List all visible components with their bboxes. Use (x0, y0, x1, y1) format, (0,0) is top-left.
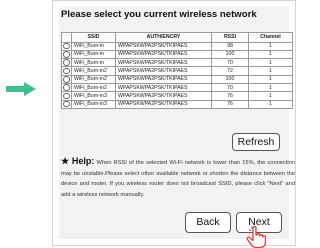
rssi-cell: 100 (211, 49, 249, 60)
ssid-cell: WiFi_Burn-in2 (71, 66, 116, 76)
network-radio[interactable] (63, 42, 70, 50)
channel-cell: 1 (248, 91, 293, 101)
ssid-cell: WiFi_Burn-in (71, 58, 116, 68)
ssid-cell: WiFi_Burn-in3 (71, 91, 116, 101)
help-body: When RSSI of the selected Wi-Fi network … (61, 160, 295, 199)
column-header-auth: AUTH/ENCRY (115, 32, 212, 43)
rssi-cell: 72 (211, 66, 249, 76)
table-row[interactable]: WiFi_Burn-in WPAPSKWPA2PSK/TKIPAES 100 1 (61, 49, 293, 60)
auth-cell: WPAPSKWPA2PSK/TKIPAES (115, 66, 212, 76)
auth-cell: WPAPSKWPA2PSK/TKIPAES (115, 82, 212, 93)
network-radio[interactable] (63, 59, 70, 66)
column-header-ssid: SSID (71, 32, 116, 43)
table-row[interactable]: WiFi_Burn-in3 WPAPSKWPA2PSK/TKIPAES 76 1 (61, 91, 293, 101)
ssid-cell: WiFi_Burn-in (71, 49, 116, 60)
ssid-cell: WiFi_Burn-in2 (71, 74, 116, 85)
rssi-cell: 76 (211, 99, 249, 109)
channel-cell: 1 (248, 99, 293, 109)
table-row[interactable]: WiFi_Burn-in WPAPSKWPA2PSK/TKIPAES 98 1 (61, 41, 293, 51)
auth-cell: WPAPSKWPA2PSK/TKIPAES (115, 49, 212, 60)
rssi-cell: 70 (211, 58, 249, 68)
rssi-cell: 98 (211, 41, 249, 51)
rssi-cell: 76 (211, 91, 249, 101)
network-radio[interactable] (63, 76, 70, 83)
refresh-button[interactable]: Refresh (232, 133, 280, 151)
rssi-cell: 70 (211, 82, 249, 93)
ssid-cell: WiFi_Burn-in2 (71, 82, 116, 93)
channel-cell: 1 (248, 58, 293, 68)
network-table: SSID AUTH/ENCRY RSSI Channel WiFi_Burn-i… (61, 32, 293, 109)
auth-cell: WPAPSKWPA2PSK/TKIPAES (115, 99, 212, 109)
table-row[interactable]: WiFi_Burn-in2 WPAPSKWPA2PSK/TKIPAES 70 1 (61, 82, 293, 93)
network-radio[interactable] (63, 92, 70, 100)
auth-cell: WPAPSKWPA2PSK/TKIPAES (115, 74, 212, 85)
hand-pointer-icon (246, 226, 266, 248)
table-row[interactable]: WiFi_Burn-in3 WPAPSKWPA2PSK/TKIPAES 76 1 (61, 99, 293, 109)
channel-cell: 1 (248, 41, 293, 51)
column-header-channel: Channel (248, 32, 293, 43)
help-label: Help: (71, 156, 95, 166)
ssid-cell: WiFi_Burn-in (71, 41, 116, 51)
auth-cell: WPAPSKWPA2PSK/TKIPAES (115, 91, 212, 101)
ssid-cell: WiFi_Burn-in3 (71, 99, 116, 109)
back-button[interactable]: Back (185, 212, 231, 233)
table-row[interactable]: WiFi_Burn-in2 WPAPSKWPA2PSK/TKIPAES 72 1 (61, 66, 293, 76)
channel-cell: 1 (248, 74, 293, 85)
rssi-cell: 100 (211, 74, 249, 85)
help-text: ★ Help: When RSSI of the selected Wi-Fi … (61, 156, 295, 201)
channel-cell: 1 (248, 82, 293, 93)
star-icon: ★ (61, 156, 70, 166)
auth-cell: WPAPSKWPA2PSK/TKIPAES (115, 41, 212, 51)
auth-cell: WPAPSKWPA2PSK/TKIPAES (115, 58, 212, 68)
table-header-row: SSID AUTH/ENCRY RSSI Channel (61, 32, 293, 43)
arrow-right-icon (6, 82, 36, 96)
wireless-network-dialog: Please select you current wireless netwo… (52, 0, 296, 246)
channel-cell: 1 (248, 49, 293, 60)
dialog-title: Please select you current wireless netwo… (61, 9, 257, 20)
network-radio[interactable] (63, 51, 70, 58)
network-radio[interactable] (63, 67, 70, 75)
network-radio[interactable] (63, 100, 70, 108)
column-header-rssi: RSSI (211, 32, 249, 43)
network-radio[interactable] (63, 84, 70, 91)
channel-cell: 1 (248, 66, 293, 76)
table-row[interactable]: WiFi_Burn-in WPAPSKWPA2PSK/TKIPAES 70 1 (61, 58, 293, 68)
table-row[interactable]: WiFi_Burn-in2 WPAPSKWPA2PSK/TKIPAES 100 … (61, 74, 293, 85)
column-header-select (61, 32, 72, 43)
